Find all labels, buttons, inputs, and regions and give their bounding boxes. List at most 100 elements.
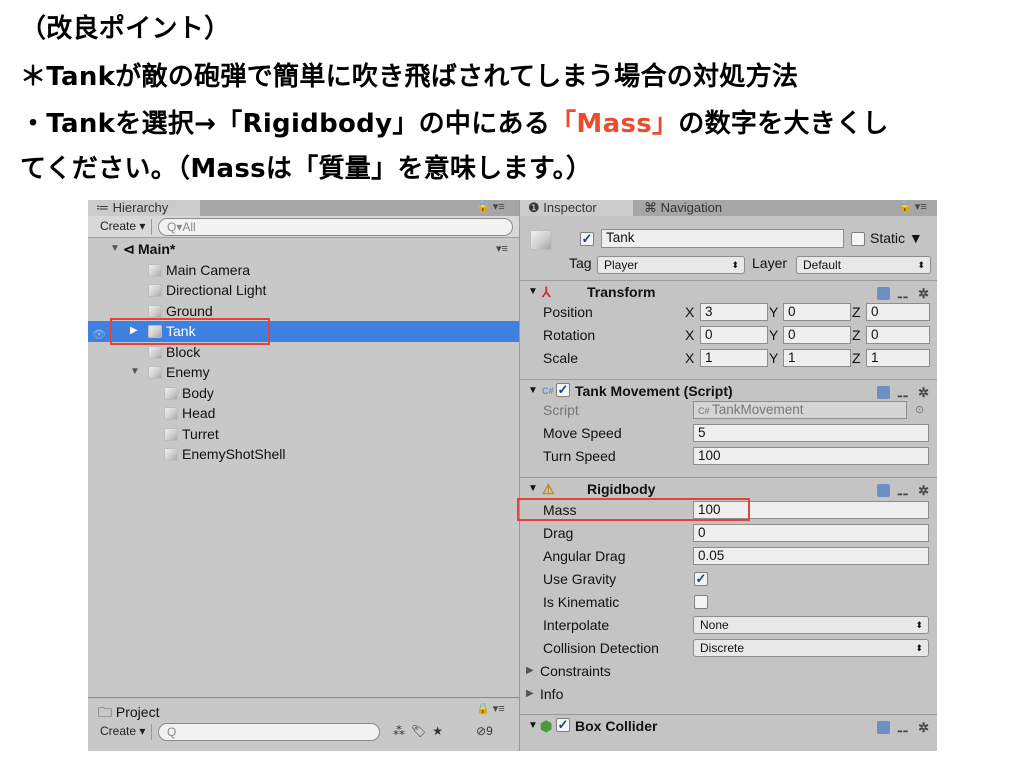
project-filter-icons[interactable]: ⁂🏷★ (393, 724, 449, 738)
tree-item-block[interactable]: Block (88, 342, 519, 363)
info-row[interactable]: ▶ Info (520, 683, 937, 706)
tree-item-directional-light[interactable]: Directional Light (88, 280, 519, 301)
tree-item-turret[interactable]: Turret (88, 424, 519, 445)
unity-scene-icon: ⊲ (123, 241, 135, 257)
tank-movement-enabled-checkbox[interactable]: ✓ (556, 383, 570, 397)
mass-highlight-box (517, 498, 750, 521)
gameobject-icon (148, 284, 162, 297)
tree-item-label: Body (182, 384, 214, 401)
info-label: Info (540, 686, 564, 702)
tag-dropdown[interactable]: Player ⬍ (597, 256, 745, 274)
box-collider-header[interactable]: ▼ ⬢ ✓ Box Collider ⚋ ✲ (520, 714, 937, 736)
static-checkbox[interactable] (851, 232, 865, 246)
collapse-arrow-icon[interactable]: ▼ (528, 281, 538, 303)
turn-speed-field[interactable]: 100 (693, 447, 929, 465)
active-checkbox[interactable]: ✓ (580, 232, 594, 246)
scene-row[interactable]: ▼ ⊲ Main* ▾≡ (88, 239, 519, 260)
slide-instruction-line: ・Tankを選択→「Rigidbody」の中にある「Mass」の数字を大きくし (20, 107, 889, 141)
lock-icon[interactable]: 🔒 ▾≡ (476, 200, 505, 214)
expand-arrow-icon[interactable]: ▼ (130, 362, 140, 382)
component-menu-icons[interactable]: ⚋ ✲ (877, 717, 932, 739)
inspector-lock-icon[interactable]: 🔒 ▾≡ (898, 200, 927, 214)
scale-z-field[interactable]: 1 (866, 349, 930, 367)
position-x-field[interactable]: 3 (700, 303, 768, 321)
slide-heading: （改良ポイント） (20, 14, 231, 44)
box-collider-enabled-checkbox[interactable]: ✓ (556, 718, 570, 732)
drag-row: Drag 0 (520, 522, 937, 545)
transform-header[interactable]: ▼ ⅄ Transform ⚋ ✲ (520, 280, 937, 302)
tank-movement-header[interactable]: ▼ C# ✓ Tank Movement (Script) ⚋ ✲ (520, 379, 937, 401)
position-y-field[interactable]: 0 (783, 303, 851, 321)
rigidbody-icon: ⚠ (542, 481, 555, 497)
gameobject-icon (164, 427, 178, 441)
drag-field[interactable]: 0 (693, 524, 929, 542)
hierarchy-search-input[interactable]: Q▾All (158, 218, 513, 236)
tree-item-label: Turret (182, 425, 219, 442)
tree-item-enemy[interactable]: ▼ Enemy (88, 362, 519, 383)
tree-item-body[interactable]: Body (88, 383, 519, 404)
instruction-mass-highlight: 「Mass」 (550, 109, 679, 139)
angular-drag-field[interactable]: 0.05 (693, 547, 929, 565)
hidden-count-value: 9 (486, 724, 493, 738)
inspector-tab-bar: ❶ Inspector ⌘ Navigation 🔒 ▾≡ (520, 200, 937, 216)
tab-hierarchy[interactable]: ≔ Hierarchy (88, 200, 200, 216)
tab-navigation[interactable]: ⌘ Navigation (636, 200, 786, 216)
tab-inspector[interactable]: ❶ Inspector (520, 200, 633, 216)
gameobject-icon (164, 448, 178, 461)
rigidbody-header[interactable]: ▼ ⚠ Rigidbody ⚋ ✲ (520, 477, 937, 499)
project-create-button[interactable]: Create ▾ (92, 724, 152, 740)
layer-label: Layer (752, 255, 788, 271)
move-speed-field[interactable]: 5 (693, 424, 929, 442)
expand-arrow-icon[interactable]: ▶ (526, 683, 534, 705)
static-label: Static ▼ (870, 230, 923, 246)
scale-x-field[interactable]: 1 (700, 349, 768, 367)
is-kinematic-checkbox[interactable] (694, 595, 708, 609)
turn-speed-row: Turn Speed 100 (520, 445, 937, 468)
position-z-field[interactable]: 0 (866, 303, 930, 321)
position-label: Position (543, 304, 593, 320)
tree-item-enemyshotshell[interactable]: EnemyShotShell (88, 444, 519, 465)
tab-project[interactable]: 🗀 Project (98, 702, 159, 726)
collision-detection-dropdown[interactable]: Discrete ⬍ (693, 639, 929, 657)
tag-label: Tag (569, 255, 592, 271)
project-search-input[interactable]: Q (158, 723, 380, 741)
expand-arrow-icon[interactable]: ▶ (526, 660, 534, 682)
tree-item-label: Directional Light (166, 282, 267, 298)
create-button[interactable]: Create ▾ (92, 219, 152, 235)
instruction-part-1: ・Tankを選択→「Rigidbody」の中にある (20, 109, 551, 139)
object-name-field[interactable]: Tank (601, 229, 844, 248)
angular-drag-label: Angular Drag (543, 548, 626, 564)
eye-slash-icon: ⊘ (476, 724, 487, 738)
tree-item-label: Block (166, 343, 201, 360)
collapse-arrow-icon[interactable]: ▼ (528, 478, 538, 500)
scene-menu-icon[interactable]: ▾≡ (496, 239, 508, 259)
tree-item-head[interactable]: Head (88, 403, 519, 424)
rotation-label: Rotation (543, 327, 596, 343)
info-icon: ❶ (528, 200, 544, 215)
navigation-tab-label: Navigation (660, 200, 723, 215)
project-lock-icon[interactable]: 🔒 ▾≡ (476, 702, 505, 715)
interpolate-row: Interpolate None ⬍ (520, 614, 937, 637)
script-field[interactable]: C# TankMovement (693, 401, 907, 419)
hidden-count[interactable]: ⊘9 (476, 724, 493, 738)
script-row: Script C# TankMovement ⊙ (520, 399, 937, 422)
tree-item-label: Main Camera (166, 261, 251, 278)
slide-problem-line: ＊Tankが敵の砲弾で簡単に吹き飛ばされてしまう場合の対処方法 (20, 62, 799, 92)
object-picker-icon[interactable]: ⊙ (915, 399, 924, 421)
move-speed-row: Move Speed 5 (520, 422, 937, 445)
inspector-panel: ❶ Inspector ⌘ Navigation 🔒 ▾≡ ✓ Tank Sta… (517, 200, 937, 751)
scale-y-field[interactable]: 1 (783, 349, 851, 367)
layer-dropdown[interactable]: Default ⬍ (796, 256, 931, 274)
expand-arrow-icon[interactable]: ▼ (110, 239, 120, 259)
rotation-z-field[interactable]: 0 (866, 326, 930, 344)
use-gravity-checkbox[interactable]: ✓ (694, 572, 708, 586)
constraints-row[interactable]: ▶ Constraints (520, 660, 937, 683)
constraints-label: Constraints (540, 663, 611, 679)
tree-item-main-camera[interactable]: Main Camera (88, 260, 519, 281)
collapse-arrow-icon[interactable]: ▼ (528, 715, 538, 737)
interpolate-dropdown[interactable]: None ⬍ (693, 616, 929, 634)
rotation-x-field[interactable]: 0 (700, 326, 768, 344)
rotation-y-field[interactable]: 0 (783, 326, 851, 344)
scale-label: Scale (543, 350, 579, 366)
gameobject-icon (148, 263, 162, 277)
